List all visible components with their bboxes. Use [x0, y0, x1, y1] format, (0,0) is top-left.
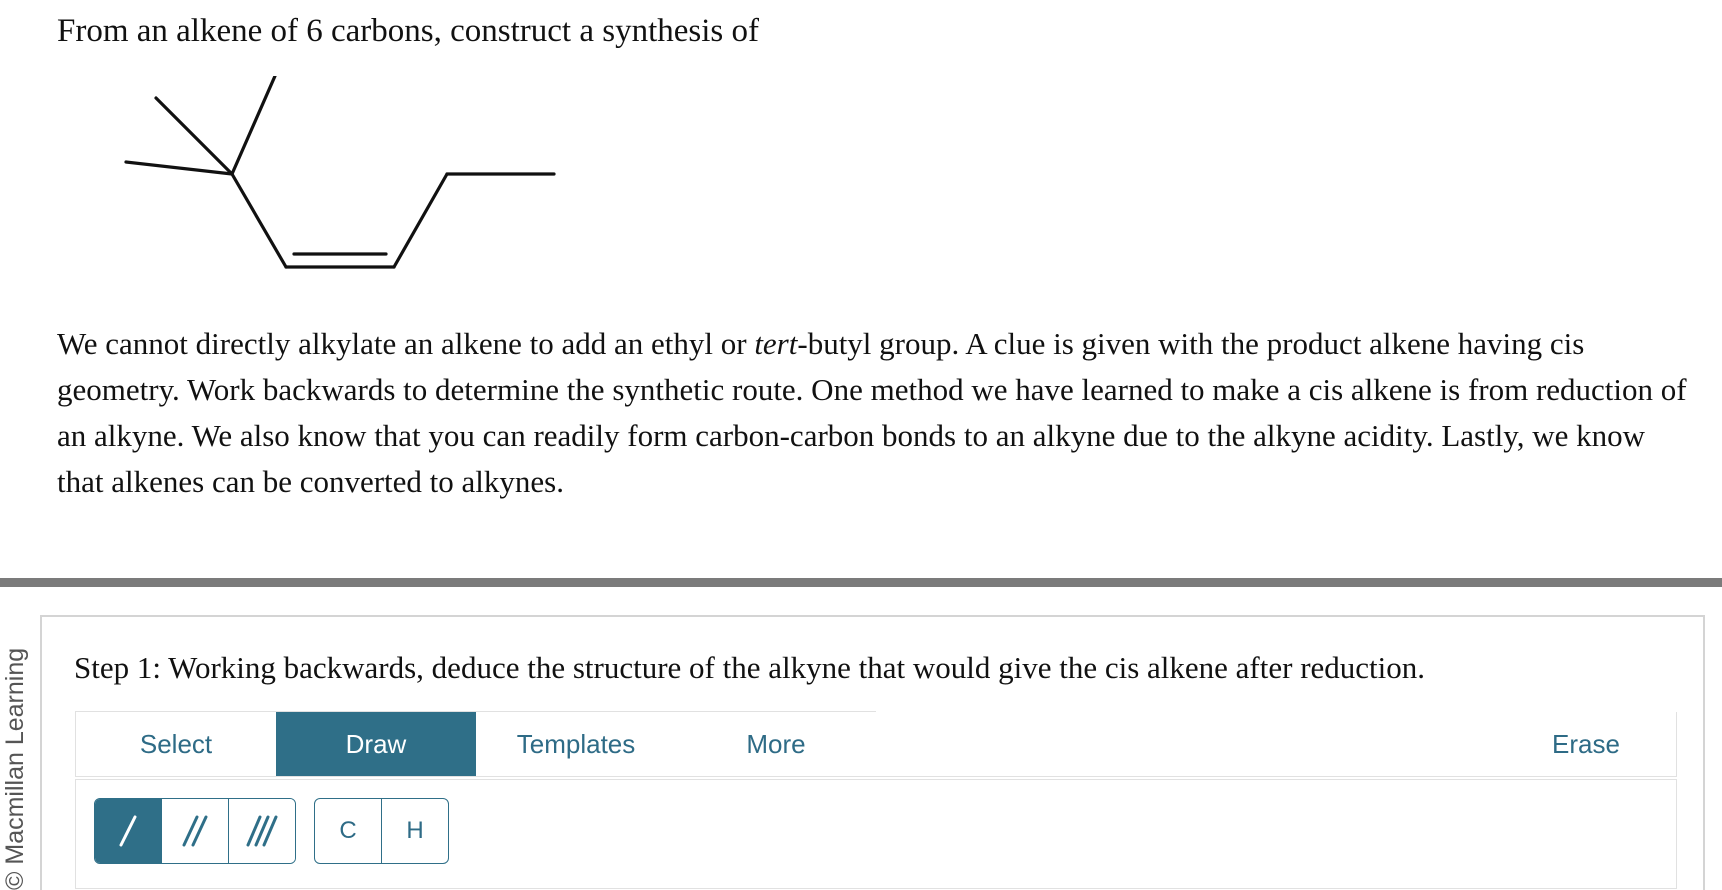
tert-butyl-methyl-bond: [230, 76, 277, 176]
chain-bond: [230, 172, 288, 269]
triple-bond-icon: [246, 815, 278, 847]
atom-tool-group: C H: [314, 798, 449, 864]
step-heading: Step 1: Working backwards, deduce the st…: [74, 650, 1426, 685]
triple-bond-button[interactable]: [229, 799, 295, 863]
step-panel: Step 1: Working backwards, deduce the st…: [40, 615, 1705, 890]
tert-butyl-methyl-bond: [124, 160, 234, 176]
tab-select[interactable]: Select: [76, 712, 276, 776]
chain-bond: [392, 172, 449, 269]
bond-tool-group: [94, 798, 296, 864]
double-bond-button[interactable]: [162, 799, 229, 863]
hydrogen-atom-button[interactable]: H: [382, 799, 448, 863]
explanation-text: We cannot directly alkylate an alkene to…: [57, 321, 1697, 505]
single-bond-icon: [119, 815, 137, 847]
single-bond-button[interactable]: [95, 799, 162, 863]
tert-butyl-methyl-bond: [154, 96, 234, 176]
carbon-atom-button[interactable]: C: [315, 799, 382, 863]
section-divider: [0, 578, 1722, 587]
copyright-sidebar: © Macmillan Learning: [0, 628, 34, 890]
tab-templates[interactable]: Templates: [476, 712, 676, 776]
explanation-part-1: We cannot directly alkylate an alkene to…: [57, 326, 755, 361]
question-title: From an alkene of 6 carbons, construct a…: [57, 13, 759, 49]
erase-button[interactable]: Erase: [1496, 712, 1676, 776]
double-bond-icon: [182, 815, 208, 847]
copyright-text: © Macmillan Learning: [1, 647, 29, 890]
editor-toolbar: Select Draw Templates More Erase: [75, 711, 1677, 777]
explanation-italic-tert: tert: [754, 326, 798, 361]
tab-more[interactable]: More: [676, 712, 876, 776]
draw-tools-area: C H: [75, 779, 1677, 889]
tab-draw[interactable]: Draw: [276, 712, 476, 776]
target-molecule-structure: [124, 76, 556, 269]
